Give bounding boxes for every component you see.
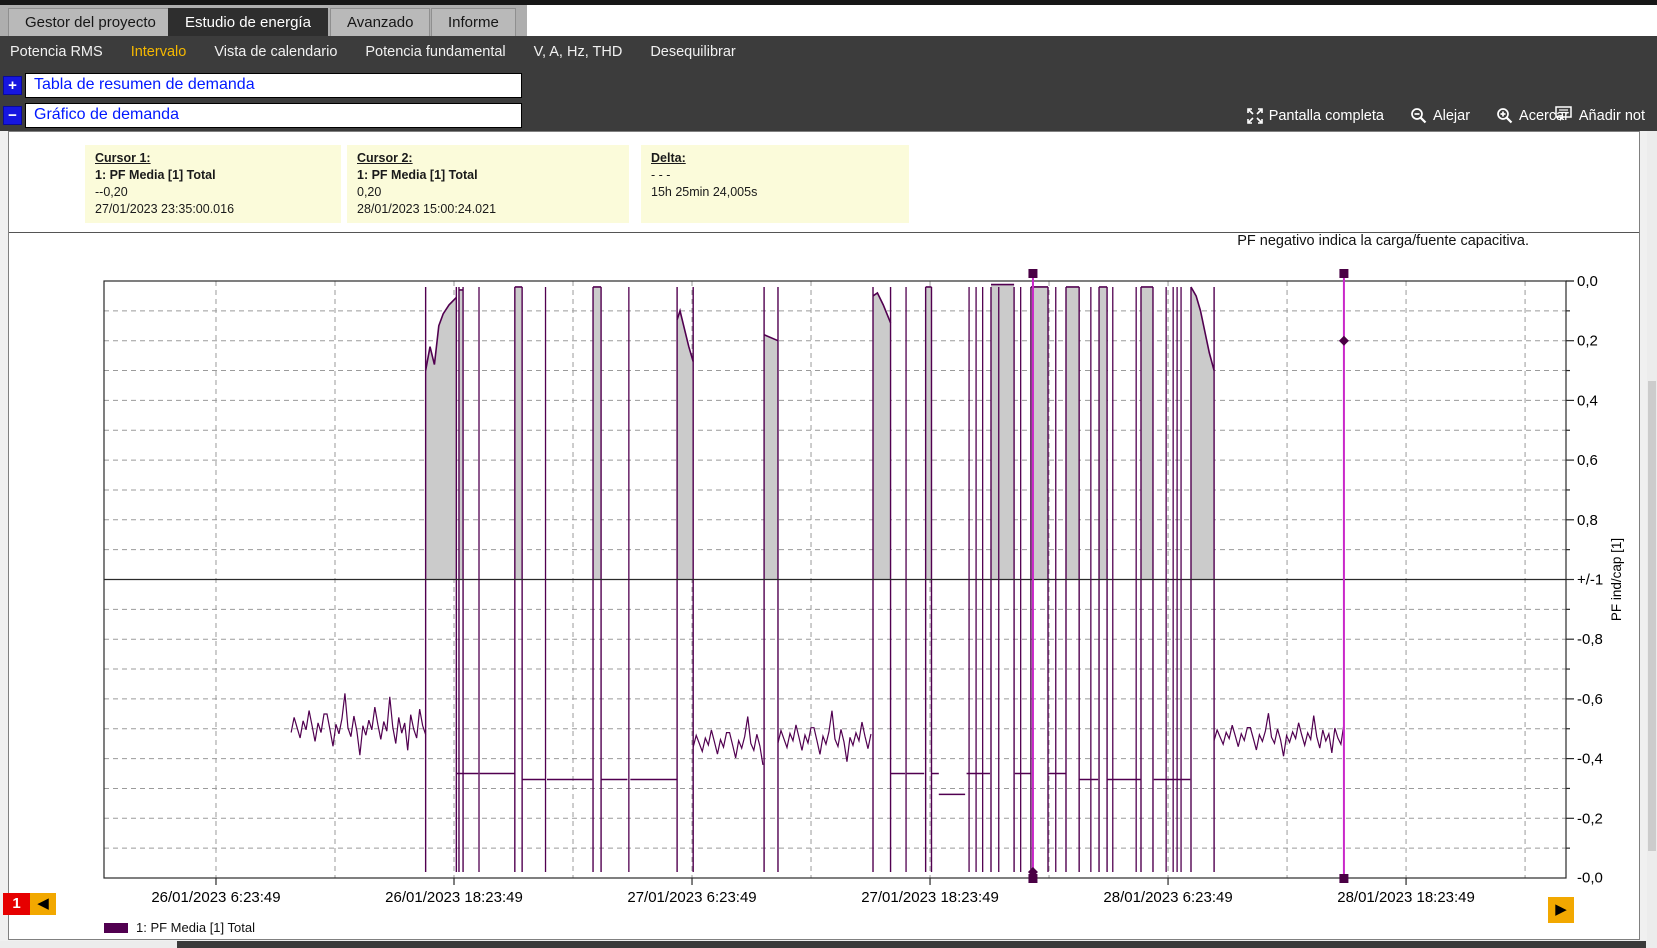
vertical-scrollbar-thumb[interactable] (1648, 381, 1656, 851)
svg-text:-0,2: -0,2 (1577, 810, 1603, 827)
add-note-icon (1555, 106, 1573, 126)
page-prev-button[interactable]: ◀ (30, 893, 56, 915)
svg-text:+/-1: +/-1 (1577, 572, 1603, 589)
page-number-badge: 1 (3, 893, 30, 915)
section-header-area: + Tabla de resumen de demanda − Gráfico … (0, 68, 1657, 131)
svg-text:0,4: 0,4 (1577, 392, 1598, 409)
tab-gestor-del-proyecto[interactable]: Gestor del proyecto (8, 8, 173, 36)
svg-text:0,0: 0,0 (1577, 273, 1598, 290)
horizontal-scrollbar-thumb[interactable] (177, 941, 1646, 948)
arrow-right-icon: ▶ (1555, 901, 1567, 918)
summary-section-bar[interactable]: Tabla de resumen de demanda (25, 73, 522, 98)
app-window: Gestor del proyecto Estudio de energía A… (0, 0, 1657, 948)
nav-v-a-hz-thd[interactable]: V, A, Hz, THD (534, 44, 623, 60)
zoom-in-icon (1496, 107, 1513, 124)
svg-text:-0,6: -0,6 (1577, 691, 1603, 708)
nav-intervalo[interactable]: Intervalo (131, 44, 187, 60)
chart-section-bar[interactable]: Gráfico de demanda (25, 103, 522, 128)
zoom-out-button[interactable]: Alejar (1410, 107, 1470, 124)
fullscreen-icon (1247, 108, 1263, 124)
chart-legend: 1: PF Media [1] Total (104, 920, 255, 935)
svg-text:28/01/2023 6:23:49: 28/01/2023 6:23:49 (1103, 889, 1232, 906)
sub-nav-bar: Potencia RMS Intervalo Vista de calendar… (0, 36, 1657, 68)
horizontal-scrollbar[interactable] (0, 941, 1657, 948)
demand-chart-panel: Cursor 1: 1: PF Media [1] Total --0,20 2… (8, 131, 1640, 940)
zoom-out-label: Alejar (1433, 108, 1470, 124)
summary-section-title: Tabla de resumen de demanda (34, 76, 255, 94)
cursor-2-line[interactable] (1339, 269, 1349, 883)
summary-section-header: + Tabla de resumen de demanda (0, 73, 1657, 98)
add-note-label: Añadir not (1579, 108, 1645, 124)
svg-text:-0,8: -0,8 (1577, 631, 1603, 648)
svg-text:27/01/2023 18:23:49: 27/01/2023 18:23:49 (861, 889, 999, 906)
nav-potencia-fundamental[interactable]: Potencia fundamental (365, 44, 505, 60)
page-next-button[interactable]: ▶ (1548, 897, 1574, 923)
vertical-scrollbar[interactable] (1647, 131, 1657, 948)
demand-chart: 0,0 0,2 0,4 0,6 0,8 +/-1 -0,8 -0,6 -0,4 -0,2 -0,0 2… (9, 132, 1641, 941)
nav-vista-de-calendario[interactable]: Vista de calendario (214, 44, 337, 60)
expand-icon[interactable]: + (3, 76, 22, 95)
chart-toolbar: Pantalla completa Alejar (1247, 103, 1569, 128)
legend-swatch (104, 923, 128, 933)
arrow-left-icon: ◀ (37, 895, 49, 912)
collapse-icon[interactable]: − (3, 106, 22, 125)
fullscreen-button[interactable]: Pantalla completa (1247, 108, 1384, 124)
capacitive-fill-blocks (426, 285, 1214, 872)
svg-text:0,2: 0,2 (1577, 333, 1598, 350)
nav-potencia-rms[interactable]: Potencia RMS (10, 44, 103, 60)
tab-avanzado[interactable]: Avanzado (330, 8, 430, 36)
svg-text:26/01/2023 6:23:49: 26/01/2023 6:23:49 (151, 889, 280, 906)
zoom-out-icon (1410, 107, 1427, 124)
svg-text:0,8: 0,8 (1577, 512, 1598, 529)
svg-text:26/01/2023 18:23:49: 26/01/2023 18:23:49 (385, 889, 523, 906)
chart-frame (104, 281, 1574, 885)
svg-text:-0,4: -0,4 (1577, 751, 1603, 768)
chart-section-title: Gráfico de demanda (34, 106, 179, 124)
fullscreen-label: Pantalla completa (1269, 108, 1384, 124)
add-note-button[interactable]: Añadir not (1555, 103, 1645, 128)
svg-text:27/01/2023 6:23:49: 27/01/2023 6:23:49 (627, 889, 756, 906)
svg-text:PF ind/cap [1]: PF ind/cap [1] (1609, 538, 1624, 621)
svg-text:0,6: 0,6 (1577, 452, 1598, 469)
tab-informe[interactable]: Informe (431, 8, 516, 36)
svg-text:-0,0: -0,0 (1577, 870, 1603, 887)
main-tab-bar: Gestor del proyecto Estudio de energía A… (0, 5, 1657, 36)
tab-estudio-de-energia[interactable]: Estudio de energía (168, 8, 328, 36)
svg-text:28/01/2023 18:23:49: 28/01/2023 18:23:49 (1337, 889, 1475, 906)
legend-label: 1: PF Media [1] Total (136, 920, 255, 935)
nav-desequilibrar[interactable]: Desequilibrar (650, 44, 735, 60)
